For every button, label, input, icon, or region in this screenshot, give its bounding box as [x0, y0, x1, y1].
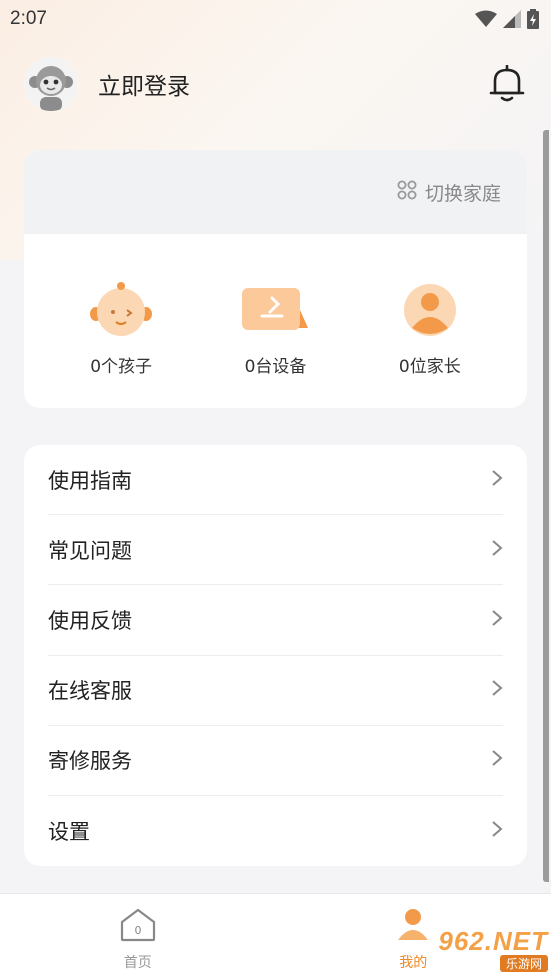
login-link[interactable]: 立即登录 — [98, 67, 487, 101]
menu-item-online-support[interactable]: 在线客服 — [48, 656, 503, 726]
child-face-icon — [88, 282, 154, 338]
menu-item-settings[interactable]: 设置 — [48, 796, 503, 866]
stat-children[interactable]: 0个孩子 — [56, 282, 186, 377]
switch-icon — [397, 180, 417, 205]
monkey-avatar-icon — [24, 57, 78, 111]
family-card-header: 切换家庭 — [24, 150, 527, 234]
bell-icon[interactable] — [487, 64, 527, 104]
menu-item-label: 使用反馈 — [48, 608, 132, 633]
chevron-right-icon — [491, 820, 503, 842]
battery-icon — [527, 9, 539, 29]
menu-item-label: 使用指南 — [48, 468, 132, 493]
chevron-right-icon — [491, 609, 503, 631]
home-icon: 0 — [119, 908, 157, 946]
parent-user-icon — [397, 282, 463, 338]
status-bar: 2:07 — [0, 0, 551, 38]
menu-card: 使用指南 常见问题 使用反馈 在线客服 寄修服务 设置 — [24, 445, 527, 866]
profile-header: 立即登录 — [24, 56, 527, 112]
tab-home[interactable]: 0 首页 — [78, 908, 198, 972]
chevron-right-icon — [491, 539, 503, 561]
stat-parents-label: 0位家长 — [398, 357, 461, 377]
stat-parents[interactable]: 0位家长 — [365, 282, 495, 377]
watermark: 962.NET 乐游网 — [420, 926, 548, 974]
watermark-sub: 乐游网 — [499, 955, 548, 972]
family-card: 切换家庭 0个孩子 0台设备 0位家长 — [24, 150, 527, 408]
home-icon-digit: 0 — [134, 924, 141, 937]
switch-family-button[interactable]: 切换家庭 — [397, 179, 501, 206]
stat-devices-label: 0台设备 — [244, 357, 307, 377]
switch-family-label: 切换家庭 — [424, 182, 501, 205]
chevron-right-icon — [491, 749, 503, 771]
chevron-right-icon — [491, 469, 503, 491]
chevron-right-icon — [491, 679, 503, 701]
stat-devices[interactable]: 0台设备 — [210, 282, 340, 377]
tab-home-label: 首页 — [123, 955, 152, 971]
stat-children-label: 0个孩子 — [90, 357, 153, 377]
status-time: 2:07 — [10, 8, 47, 29]
scrollbar[interactable] — [543, 130, 549, 882]
watermark-main: 962.NET — [438, 926, 548, 956]
menu-item-label: 寄修服务 — [48, 749, 132, 774]
menu-item-feedback[interactable]: 使用反馈 — [48, 585, 503, 656]
menu-item-label: 在线客服 — [48, 679, 132, 704]
menu-item-guide[interactable]: 使用指南 — [48, 445, 503, 516]
wifi-icon — [475, 10, 497, 28]
avatar[interactable] — [24, 57, 78, 111]
status-icons — [475, 9, 539, 29]
menu-item-label: 常见问题 — [48, 538, 132, 563]
menu-item-faq[interactable]: 常见问题 — [48, 515, 503, 586]
menu-item-repair-service[interactable]: 寄修服务 — [48, 726, 503, 796]
menu-item-label: 设置 — [48, 820, 90, 845]
signal-icon — [503, 10, 521, 28]
tablet-device-icon — [242, 282, 309, 338]
family-stats: 0个孩子 0台设备 0位家长 — [24, 282, 527, 377]
